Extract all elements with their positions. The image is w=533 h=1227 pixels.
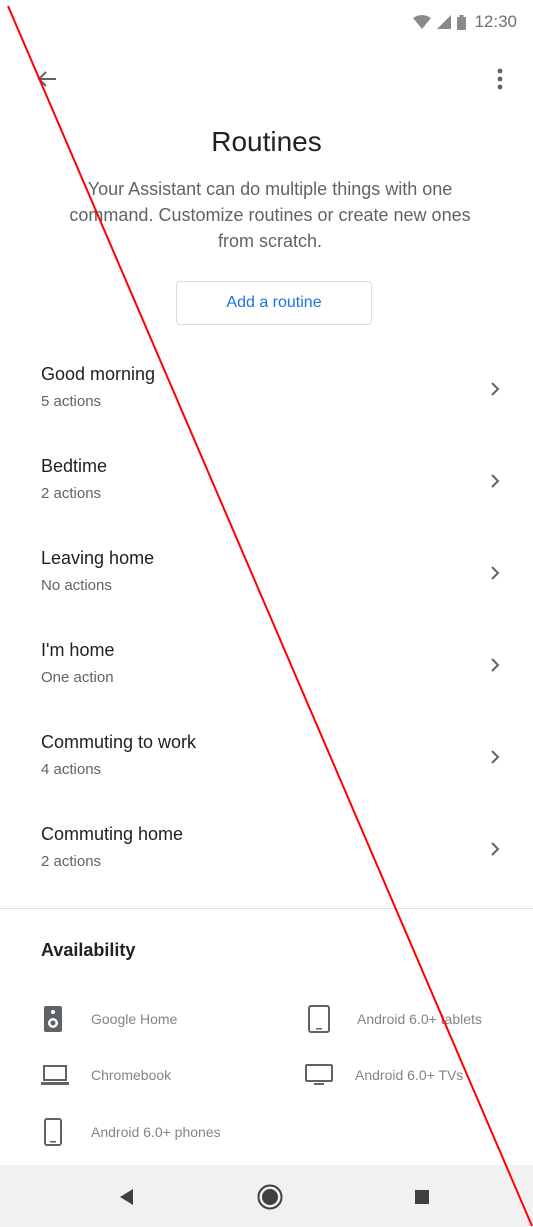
phone-icon <box>43 1118 63 1146</box>
routine-name: Commuting home <box>41 824 184 844</box>
nav-home-button[interactable] <box>250 1177 290 1217</box>
device-chromebook: Chromebook <box>41 1061 171 1089</box>
device-label: Chromebook <box>91 1067 172 1083</box>
chevron-right-icon <box>491 566 500 580</box>
back-button[interactable] <box>30 62 64 96</box>
device-label: Android 6.0+ TVs <box>355 1067 464 1083</box>
nav-recents-button[interactable] <box>402 1177 442 1217</box>
page-title: Routines <box>211 126 322 157</box>
more-options-button[interactable] <box>483 62 517 96</box>
page-description: Your Assistant can do multiple things wi… <box>69 179 471 251</box>
routine-subtitle: 2 actions <box>41 485 102 502</box>
routine-subtitle: One action <box>41 669 114 686</box>
device-label: Google Home <box>91 1011 178 1027</box>
chevron-right-icon <box>491 658 500 672</box>
routine-item-commuting-to-work[interactable]: Commuting to work 4 actions <box>0 714 533 806</box>
device-label: Android 6.0+ tablets <box>357 1011 482 1027</box>
more-vert-icon <box>497 68 503 90</box>
routine-item-bedtime[interactable]: Bedtime 2 actions <box>0 438 533 530</box>
routine-item-commuting-home[interactable]: Commuting home 2 actions <box>0 806 533 898</box>
chevron-right-icon <box>491 842 500 856</box>
chevron-right-icon <box>491 382 500 396</box>
device-google-home: Google Home <box>41 1005 177 1033</box>
routine-name: I'm home <box>41 640 115 660</box>
routine-item-leaving-home[interactable]: Leaving home No actions <box>0 530 533 622</box>
square-recents-icon <box>415 1190 429 1204</box>
availability-title: Availability <box>41 940 136 960</box>
device-android-tablets: Android 6.0+ tablets <box>307 1005 482 1033</box>
routine-list: Good morning 5 actions Bedtime 2 actions… <box>0 346 533 898</box>
routine-item-im-home[interactable]: I'm home One action <box>0 622 533 714</box>
speaker-icon <box>41 1005 65 1033</box>
routine-name: Bedtime <box>41 456 108 476</box>
wifi-icon <box>413 15 432 29</box>
system-nav-bar <box>0 1165 533 1227</box>
routine-subtitle: 2 actions <box>41 853 102 870</box>
back-arrow-icon <box>37 71 56 87</box>
routine-subtitle: 4 actions <box>41 761 102 778</box>
routine-name: Leaving home <box>41 548 155 568</box>
toolbar <box>0 48 533 108</box>
section-divider <box>0 908 533 909</box>
device-android-tvs: Android 6.0+ TVs <box>305 1061 463 1089</box>
routine-item-good-morning[interactable]: Good morning 5 actions <box>0 346 533 438</box>
device-android-phones: Android 6.0+ phones <box>43 1118 221 1146</box>
laptop-icon <box>41 1061 69 1089</box>
status-icons: 12:30 <box>413 12 517 32</box>
signal-icon <box>437 15 452 29</box>
status-time: 12:30 <box>474 12 517 31</box>
device-label: Android 6.0+ phones <box>91 1124 221 1140</box>
routine-name: Good morning <box>41 364 156 384</box>
routine-subtitle: 5 actions <box>41 393 102 410</box>
tv-icon <box>305 1061 333 1089</box>
nav-back-button[interactable] <box>107 1177 147 1217</box>
status-bar: 12:30 <box>0 0 533 48</box>
routine-name: Commuting to work <box>41 732 197 752</box>
chevron-right-icon <box>491 750 500 764</box>
routine-subtitle: No actions <box>41 577 112 594</box>
circle-home-icon <box>257 1184 283 1210</box>
chevron-right-icon <box>491 474 500 488</box>
add-routine-button[interactable]: Add a routine <box>176 281 372 325</box>
triangle-back-icon <box>120 1189 133 1205</box>
tablet-icon <box>307 1005 331 1033</box>
battery-icon <box>457 14 467 30</box>
